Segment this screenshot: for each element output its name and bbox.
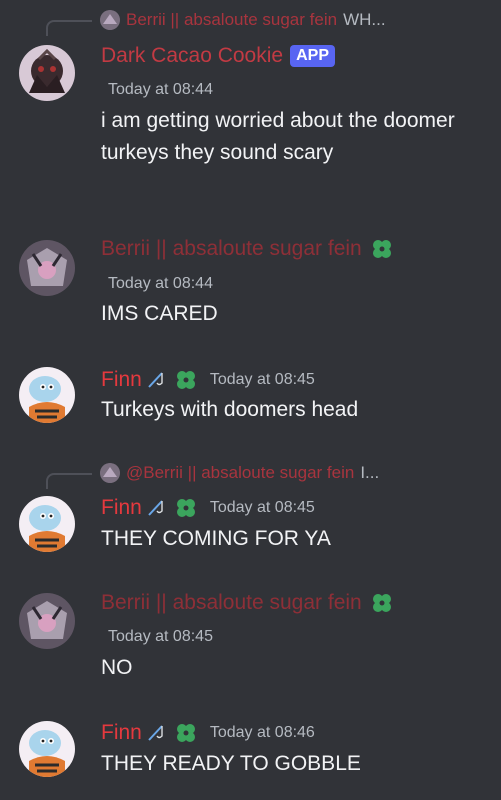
timestamp[interactable]: Today at 08:45 bbox=[108, 628, 213, 646]
timestamp[interactable]: Today at 08:46 bbox=[210, 724, 315, 742]
author-label[interactable]: Dark Cacao Cookie bbox=[101, 44, 283, 68]
clover-icon bbox=[176, 371, 195, 389]
avatar-dark-cacao[interactable] bbox=[19, 45, 75, 101]
author-name[interactable]: Berrii || absaloute sugar fein bbox=[101, 591, 394, 615]
reply-avatar bbox=[100, 10, 120, 30]
timestamp[interactable]: Today at 08:45 bbox=[210, 371, 315, 389]
message-content: NO bbox=[101, 656, 133, 679]
reply-author[interactable]: @Berrii || absaloute sugar fein bbox=[126, 463, 354, 483]
clover-icon bbox=[176, 724, 195, 742]
avatar-finn[interactable] bbox=[19, 496, 75, 552]
clover-icon bbox=[372, 240, 391, 258]
reply-preview[interactable]: Berrii || absaloute sugar fein WH... bbox=[100, 9, 386, 31]
clover-icon bbox=[372, 594, 391, 612]
avatar-berrii[interactable] bbox=[19, 240, 75, 296]
reply-spine bbox=[46, 20, 92, 36]
message-content: Turkeys with doomers head bbox=[101, 398, 359, 421]
fishing-rod-icon bbox=[148, 725, 163, 741]
avatar-berrii[interactable] bbox=[19, 593, 75, 649]
clover-icon bbox=[176, 499, 195, 517]
message-content: THEY READY TO GOBBLE bbox=[101, 752, 361, 775]
reply-avatar bbox=[100, 463, 120, 483]
author-name[interactable]: Finn Today at 08:45 bbox=[101, 368, 315, 392]
author-label[interactable]: Finn bbox=[101, 721, 142, 745]
reply-text[interactable]: WH... bbox=[343, 10, 386, 30]
author-label[interactable]: Berrii || absaloute sugar fein bbox=[101, 591, 362, 615]
reply-text[interactable]: I... bbox=[360, 463, 379, 483]
avatar-finn[interactable] bbox=[19, 367, 75, 423]
message-content: i am getting worried about the doomer tu… bbox=[101, 109, 455, 164]
author-label[interactable]: Finn bbox=[101, 368, 142, 392]
author-name[interactable]: Berrii || absaloute sugar fein bbox=[101, 237, 394, 261]
reply-preview[interactable]: @Berrii || absaloute sugar fein I... bbox=[100, 462, 379, 484]
avatar-finn[interactable] bbox=[19, 721, 75, 777]
author-name[interactable]: Finn Today at 08:46 bbox=[101, 721, 315, 745]
fishing-rod-icon bbox=[148, 372, 163, 388]
fishing-rod-icon bbox=[148, 500, 163, 516]
reply-spine bbox=[46, 473, 92, 489]
author-label[interactable]: Berrii || absaloute sugar fein bbox=[101, 237, 362, 261]
author-name[interactable]: Finn Today at 08:45 bbox=[101, 496, 315, 520]
message-content: IMS CARED bbox=[101, 302, 218, 325]
reply-author[interactable]: Berrii || absaloute sugar fein bbox=[126, 10, 337, 30]
author-label[interactable]: Finn bbox=[101, 496, 142, 520]
timestamp[interactable]: Today at 08:44 bbox=[108, 81, 213, 99]
timestamp[interactable]: Today at 08:45 bbox=[210, 499, 315, 517]
author-name[interactable]: Dark Cacao Cookie APP bbox=[101, 44, 335, 68]
message-content: THEY COMING FOR YA bbox=[101, 527, 331, 550]
app-badge: APP bbox=[290, 45, 335, 67]
timestamp[interactable]: Today at 08:44 bbox=[108, 275, 213, 293]
